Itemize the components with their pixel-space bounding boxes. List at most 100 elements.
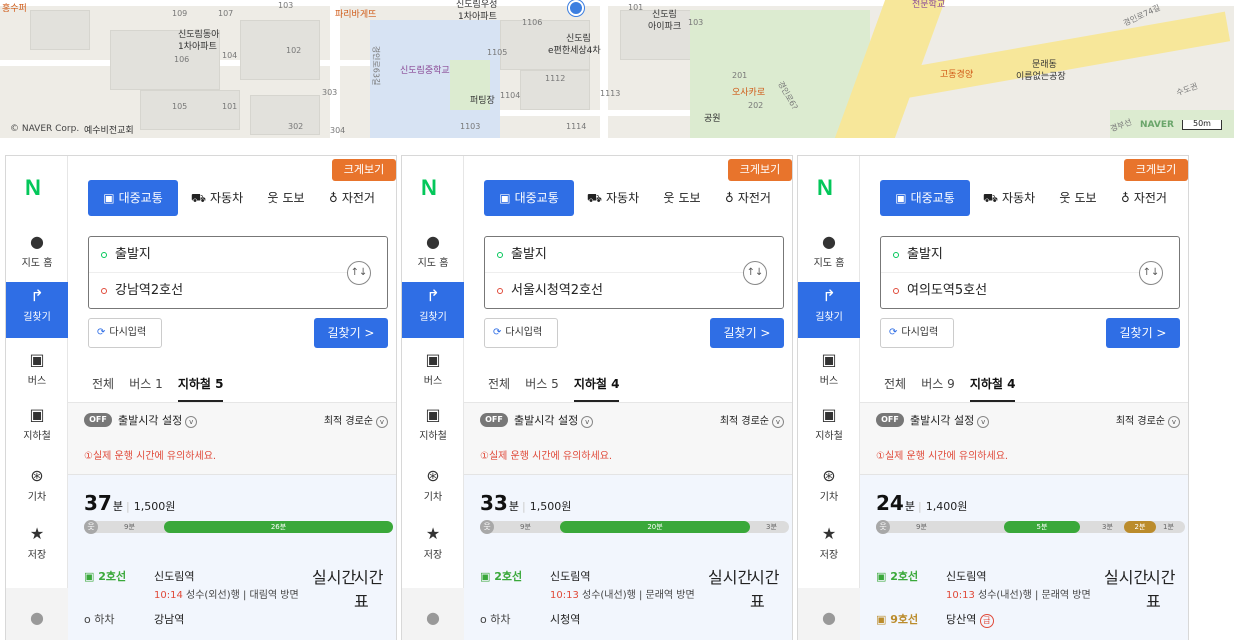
departure-time: 10:13 bbox=[946, 590, 978, 601]
mode-car-tab[interactable]: ⛟ 자동차 bbox=[970, 180, 1048, 216]
tab-bus[interactable]: 버스 1 bbox=[129, 368, 163, 402]
sidebar-item-saved[interactable]: ★ 저장 bbox=[402, 520, 464, 576]
end-input[interactable]: 여의도역5호선 bbox=[881, 273, 1141, 309]
sidebar-item-label: 기차 bbox=[423, 492, 443, 503]
mode-bike-tab[interactable]: ♁ 자전거 bbox=[316, 180, 388, 216]
profile-avatar-icon[interactable]: ● bbox=[798, 588, 860, 640]
mode-car-tab[interactable]: ⛟ 자동차 bbox=[574, 180, 652, 216]
sidebar-item-bus[interactable]: ▣ 버스 bbox=[6, 346, 68, 402]
naver-logo[interactable]: N bbox=[817, 175, 833, 201]
realtime-button[interactable]: 실시간 bbox=[312, 564, 356, 588]
big-view-button[interactable]: 크게보기 bbox=[1124, 159, 1188, 181]
map-label: 109 bbox=[172, 9, 188, 18]
end-input-text: 서울시청역2호선 bbox=[511, 283, 603, 298]
start-input[interactable]: 출발지 bbox=[881, 237, 1141, 273]
route-result[interactable]: 37분 | 1,500원 웃 9분 26분 ▣ 2호선 신도림역 실시간 시간표 10:14 … bbox=[68, 475, 396, 640]
sidebar-item-train[interactable]: ⊛ 기차 bbox=[6, 462, 68, 518]
tab-all[interactable]: 전체 bbox=[92, 368, 114, 402]
sidebar-item-directions[interactable]: ↱ 길찾기 bbox=[6, 282, 68, 338]
sidebar-item-map-home[interactable]: ● 지도 홈 bbox=[402, 228, 464, 284]
tab-subway[interactable]: 지하철 5 bbox=[177, 368, 224, 402]
reset-button[interactable]: ⟳ 다시입력 bbox=[484, 318, 558, 348]
big-view-button[interactable]: 크게보기 bbox=[728, 159, 792, 181]
directions-panel: N ● 지도 홈 ↱ 길찾기 ▣ 버스 ▣ 지하철 ⊛ 기차 ★ 저장 ● 크게보기 ▣ 대중… bbox=[5, 155, 397, 640]
departure-time-setting[interactable]: 출발시각 설정 v bbox=[514, 412, 594, 428]
sort-select[interactable]: 최적 경로순 v bbox=[1116, 412, 1180, 428]
sidebar-item-map-home[interactable]: ● 지도 홈 bbox=[6, 228, 68, 284]
sidebar-item-directions[interactable]: ↱ 길찾기 bbox=[798, 282, 860, 338]
timetable-button[interactable]: 시간표 bbox=[750, 564, 792, 612]
mode-transit-tab[interactable]: ▣ 대중교통 bbox=[880, 180, 970, 216]
tab-subway[interactable]: 지하철 4 bbox=[969, 368, 1016, 402]
search-route-button[interactable]: 길찾기 > bbox=[710, 318, 784, 348]
destination-pin-icon[interactable] bbox=[568, 0, 584, 16]
timetable-button[interactable]: 시간표 bbox=[354, 564, 396, 612]
sidebar-item-train[interactable]: ⊛ 기차 bbox=[402, 462, 464, 518]
naver-logo[interactable]: N bbox=[25, 175, 41, 201]
tab-all[interactable]: 전체 bbox=[884, 368, 906, 402]
duration-unit: 분 bbox=[112, 500, 123, 513]
sort-select[interactable]: 최적 경로순 v bbox=[324, 412, 388, 428]
search-route-button[interactable]: 길찾기 > bbox=[314, 318, 388, 348]
tab-all[interactable]: 전체 bbox=[488, 368, 510, 402]
mode-transit-tab[interactable]: ▣ 대중교통 bbox=[88, 180, 178, 216]
departure-toggle[interactable]: OFF bbox=[876, 413, 904, 427]
start-input[interactable]: 출발지 bbox=[89, 237, 349, 273]
departure-time-setting[interactable]: 출발시각 설정 v bbox=[118, 412, 198, 428]
map-label: 101 bbox=[222, 102, 238, 111]
mode-bike-tab[interactable]: ♁ 자전거 bbox=[712, 180, 784, 216]
mode-walk-tab[interactable]: 웃 도보 bbox=[256, 180, 316, 216]
timeline-duration-label: 1분 bbox=[1163, 523, 1174, 531]
reset-button[interactable]: ⟳ 다시입력 bbox=[88, 318, 162, 348]
profile-avatar-icon[interactable]: ● bbox=[402, 588, 464, 640]
swap-icon[interactable]: ↑↓ bbox=[347, 261, 371, 285]
mode-label: 도보 bbox=[1074, 191, 1097, 205]
route-result[interactable]: 24분 | 1,400원 웃 9분 5분 3분 2분 1분 ▣ 2호선 신도림역 실시간 시간표 1… bbox=[860, 475, 1188, 640]
train-direction: 10:13 성수(내선)행 | 문래역 방면 bbox=[946, 586, 1091, 601]
sort-select[interactable]: 최적 경로순 v bbox=[720, 412, 784, 428]
sidebar-item-map-home[interactable]: ● 지도 홈 bbox=[798, 228, 860, 284]
realtime-button[interactable]: 실시간 bbox=[708, 564, 752, 588]
mode-transit-tab[interactable]: ▣ 대중교통 bbox=[484, 180, 574, 216]
route-result[interactable]: 33분 | 1,500원 웃 9분 20분 3분 ▣ 2호선 신도림역 실시간 시간표 10:1… bbox=[464, 475, 792, 640]
sidebar-item-bus[interactable]: ▣ 버스 bbox=[402, 346, 464, 402]
start-dot-icon bbox=[101, 251, 107, 258]
sidebar-item-subway[interactable]: ▣ 지하철 bbox=[6, 401, 68, 457]
big-view-button[interactable]: 크게보기 bbox=[332, 159, 396, 181]
tab-bus[interactable]: 버스 9 bbox=[921, 368, 955, 402]
search-route-button[interactable]: 길찾기 > bbox=[1106, 318, 1180, 348]
main-content: 크게보기 ▣ 대중교통 ⛟ 자동차 웃 도보 ♁ 자전거 출발지 서울시청역2호선 ↑↓… bbox=[464, 156, 792, 640]
end-input[interactable]: 강남역2호선 bbox=[89, 273, 349, 309]
mode-car-tab[interactable]: ⛟ 자동차 bbox=[178, 180, 256, 216]
tab-bus[interactable]: 버스 5 bbox=[525, 368, 559, 402]
timetable-button[interactable]: 시간표 bbox=[1146, 564, 1188, 612]
departure-toggle[interactable]: OFF bbox=[480, 413, 508, 427]
sidebar-item-train[interactable]: ⊛ 기차 bbox=[798, 462, 860, 518]
map-label: 공원 bbox=[704, 114, 721, 124]
mode-walk-tab[interactable]: 웃 도보 bbox=[652, 180, 712, 216]
car-icon: ⛟ bbox=[190, 191, 206, 205]
map-view[interactable]: 홍수퍼 109 107 103 신도림동아 1차아파트 104 106 102 … bbox=[0, 0, 1234, 138]
sidebar-item-subway[interactable]: ▣ 지하철 bbox=[402, 401, 464, 457]
mode-bike-tab[interactable]: ♁ 자전거 bbox=[1108, 180, 1180, 216]
sidebar-item-saved[interactable]: ★ 저장 bbox=[798, 520, 860, 576]
realtime-button[interactable]: 실시간 bbox=[1104, 564, 1148, 588]
end-input[interactable]: 서울시청역2호선 bbox=[485, 273, 745, 309]
walk-icon: 웃 bbox=[876, 520, 890, 534]
map-label: 1차아파트 bbox=[458, 12, 497, 22]
departure-toggle[interactable]: OFF bbox=[84, 413, 112, 427]
start-input[interactable]: 출발지 bbox=[485, 237, 745, 273]
naver-logo[interactable]: N bbox=[421, 175, 437, 201]
sidebar-item-saved[interactable]: ★ 저장 bbox=[6, 520, 68, 576]
sidebar-item-directions[interactable]: ↱ 길찾기 bbox=[402, 282, 464, 338]
sidebar-item-label: 지하철 bbox=[23, 431, 51, 442]
swap-icon[interactable]: ↑↓ bbox=[743, 261, 767, 285]
tab-subway[interactable]: 지하철 4 bbox=[573, 368, 620, 402]
sidebar-item-bus[interactable]: ▣ 버스 bbox=[798, 346, 860, 402]
swap-icon[interactable]: ↑↓ bbox=[1139, 261, 1163, 285]
profile-avatar-icon[interactable]: ● bbox=[6, 588, 68, 640]
sidebar-item-subway[interactable]: ▣ 지하철 bbox=[798, 401, 860, 457]
reset-button[interactable]: ⟳ 다시입력 bbox=[880, 318, 954, 348]
mode-walk-tab[interactable]: 웃 도보 bbox=[1048, 180, 1108, 216]
departure-time-setting[interactable]: 출발시각 설정 v bbox=[910, 412, 990, 428]
